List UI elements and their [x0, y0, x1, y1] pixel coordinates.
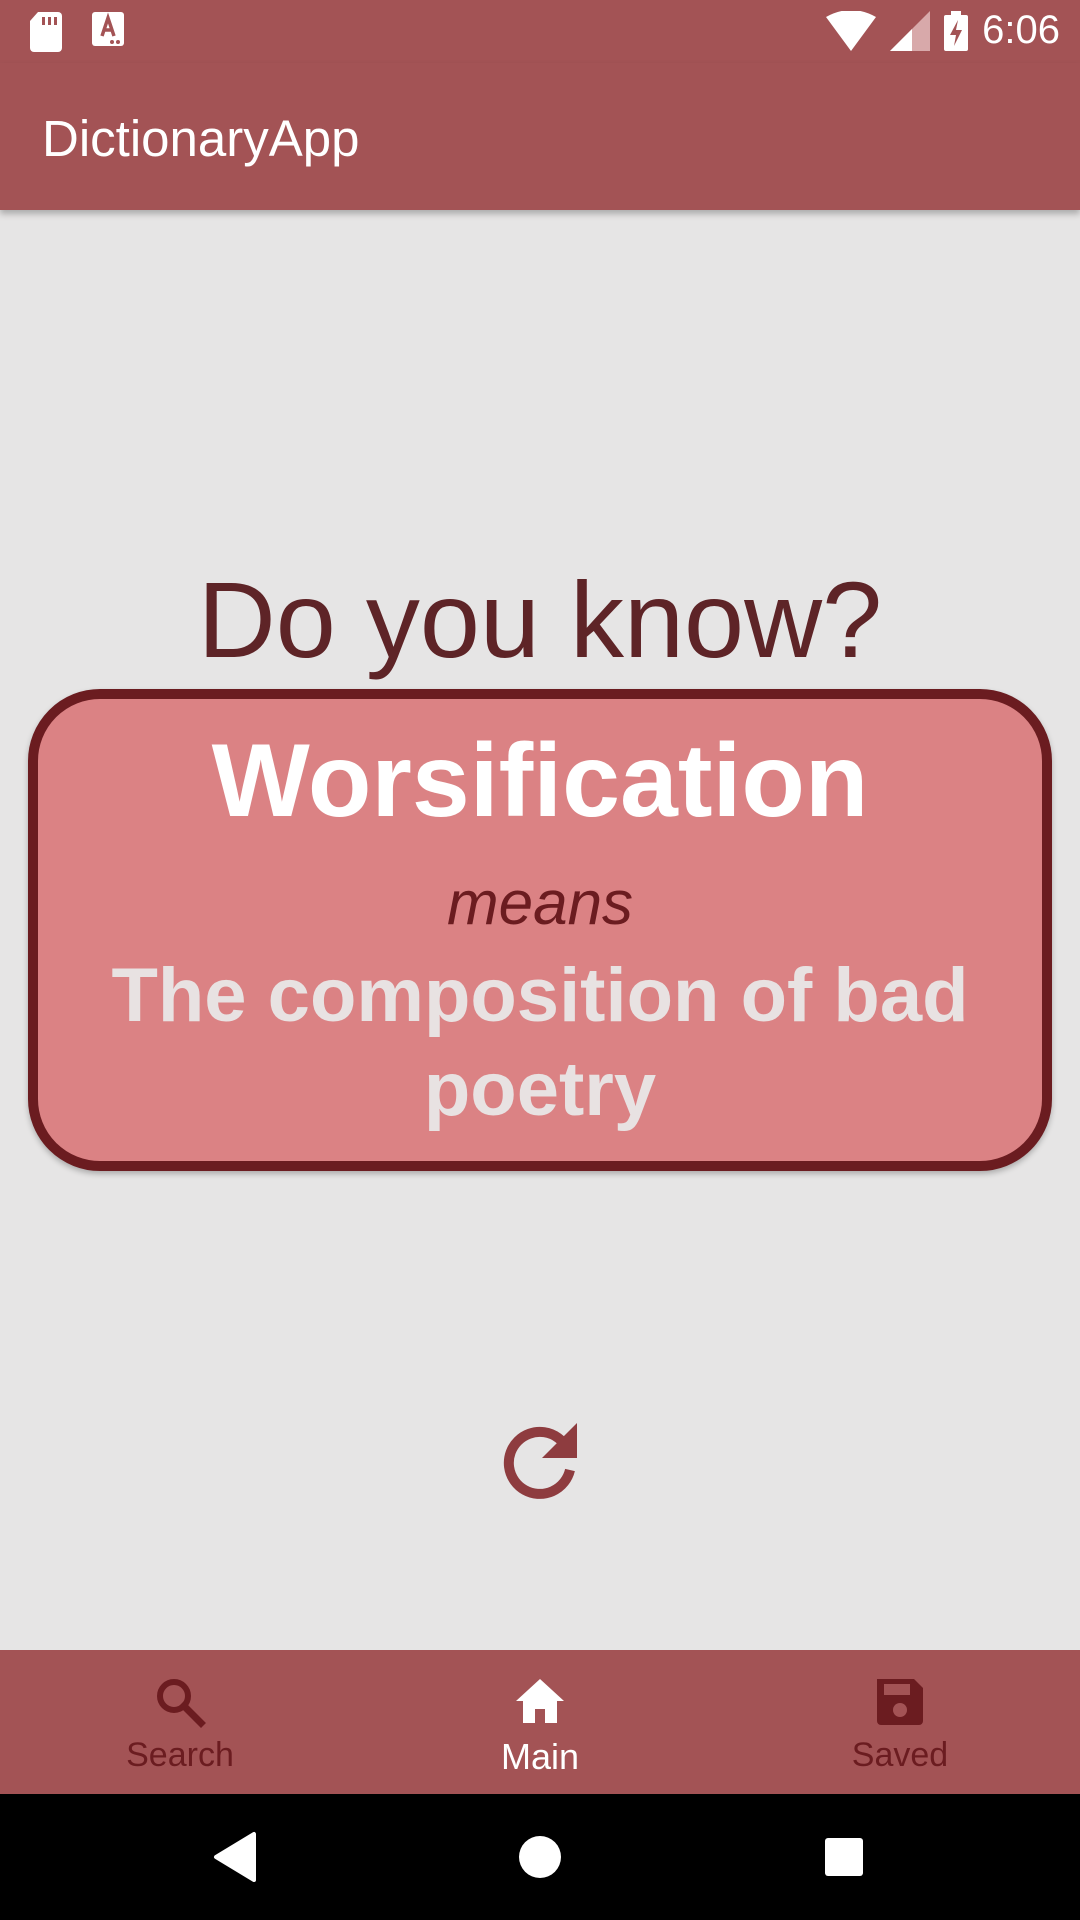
recents-icon — [825, 1838, 863, 1876]
system-back-button[interactable] — [176, 1794, 296, 1920]
question-prompt: Do you know? — [197, 559, 883, 680]
status-time: 6:06 — [982, 8, 1060, 52]
system-home-button[interactable] — [480, 1794, 600, 1920]
status-notifications — [30, 12, 124, 52]
system-recents-button[interactable] — [784, 1794, 904, 1920]
nav-item-search[interactable]: Search — [0, 1650, 360, 1794]
nav-item-main[interactable]: Main — [360, 1650, 720, 1794]
nav-item-saved[interactable]: Saved — [720, 1650, 1080, 1794]
back-icon — [214, 1832, 256, 1882]
word-title: Worsification — [211, 723, 869, 839]
nav-label-search: Search — [126, 1736, 234, 1774]
word-definition: The composition of bad poetry — [111, 953, 969, 1132]
search-icon — [157, 1679, 206, 1728]
nav-label-saved: Saved — [851, 1736, 949, 1774]
app-title: DictionaryApp — [42, 110, 360, 167]
text-notification-icon — [92, 12, 124, 46]
bottom-navigation: Search Main Saved — [0, 1650, 1080, 1794]
wifi-icon — [826, 10, 877, 51]
nav-label-main: Main — [500, 1736, 580, 1777]
save-icon — [877, 1679, 923, 1725]
word-card: Worsification means The composition of b… — [28, 689, 1052, 1171]
app-bar: DictionaryApp — [0, 63, 1080, 210]
refresh-button[interactable] — [496, 1418, 584, 1506]
system-navigation-bar — [0, 1794, 1080, 1920]
home-icon — [516, 1679, 564, 1723]
signal-icon — [890, 10, 931, 51]
refresh-icon — [503, 1423, 577, 1499]
status-bar: 6:06 — [0, 0, 1080, 63]
home-circle-icon — [519, 1836, 561, 1878]
sd-card-icon — [30, 12, 62, 52]
battery-charging-icon — [944, 10, 969, 51]
means-connector: means — [446, 869, 634, 938]
status-system-icons: 6:06 — [826, 8, 1060, 53]
